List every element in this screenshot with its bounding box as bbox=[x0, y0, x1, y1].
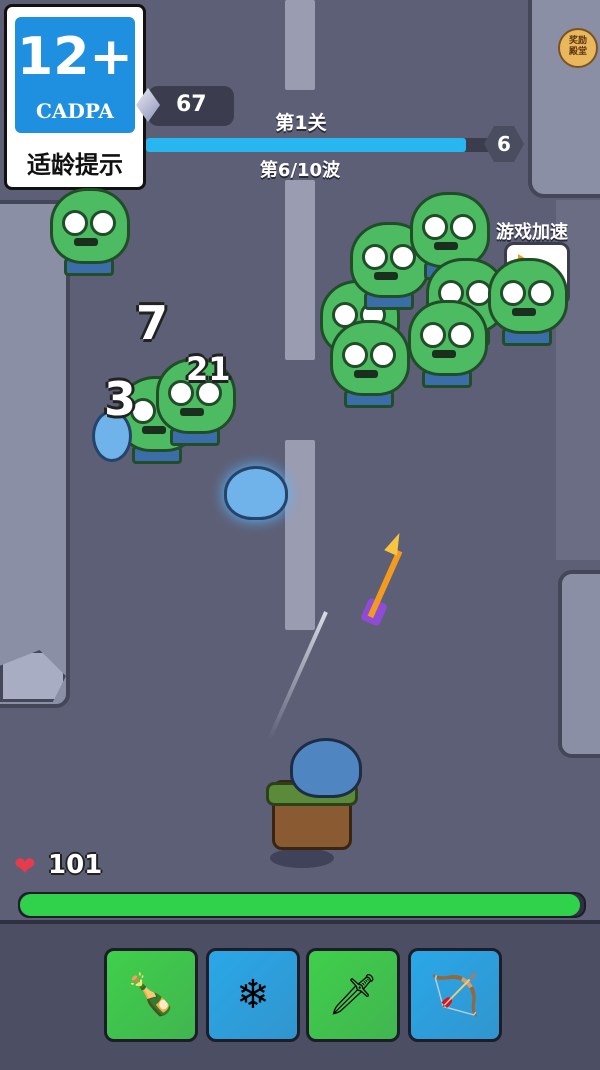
zombie-mouth bbox=[432, 350, 456, 358]
zombie-mouth bbox=[374, 272, 398, 280]
zombie-eye bbox=[528, 280, 554, 306]
hero-hat bbox=[290, 738, 362, 798]
damage-number: 7 bbox=[136, 296, 169, 350]
zombie-eye bbox=[362, 244, 388, 270]
zombie-eye bbox=[342, 342, 368, 368]
zombie-eye bbox=[420, 322, 446, 348]
zombie-mouth bbox=[512, 308, 536, 316]
zombie-eye bbox=[422, 214, 448, 240]
hero-shadow bbox=[270, 848, 334, 868]
hp-bar-fill bbox=[20, 894, 580, 916]
frozen-slime bbox=[224, 466, 288, 520]
zombie-mouth bbox=[434, 242, 458, 250]
skill-slot-bow[interactable]: 🏹 bbox=[408, 948, 502, 1042]
damage-number: 3 bbox=[104, 372, 137, 426]
freeze-gun-icon: ❄ bbox=[236, 972, 270, 1018]
skill-slot-freeze-gun[interactable]: ❄ bbox=[206, 948, 300, 1042]
hp-value: 101 bbox=[48, 850, 103, 880]
skill-slot-kunai[interactable]: 🗡 bbox=[306, 948, 400, 1042]
molotov-icon: 🍾 bbox=[126, 972, 176, 1018]
zombie-eye bbox=[62, 210, 88, 236]
zombie-eye bbox=[450, 214, 476, 240]
zombie-mouth bbox=[74, 238, 98, 246]
zombie-eye bbox=[500, 280, 526, 306]
zombie-eye bbox=[370, 342, 396, 368]
zombie-mouth bbox=[180, 408, 204, 416]
zombie-eye bbox=[90, 210, 116, 236]
zombie-eye bbox=[448, 322, 474, 348]
damage-number: 21 bbox=[186, 350, 231, 388]
kunai-icon: 🗡 bbox=[327, 972, 379, 1018]
skill-slot-molotov[interactable]: 🍾 bbox=[104, 948, 198, 1042]
zombie-mouth bbox=[354, 370, 378, 378]
bow-icon: 🏹 bbox=[430, 972, 480, 1018]
skill-bar bbox=[0, 920, 600, 1070]
zombie-mouth bbox=[142, 426, 166, 434]
heart-icon: ❤ bbox=[14, 852, 36, 882]
